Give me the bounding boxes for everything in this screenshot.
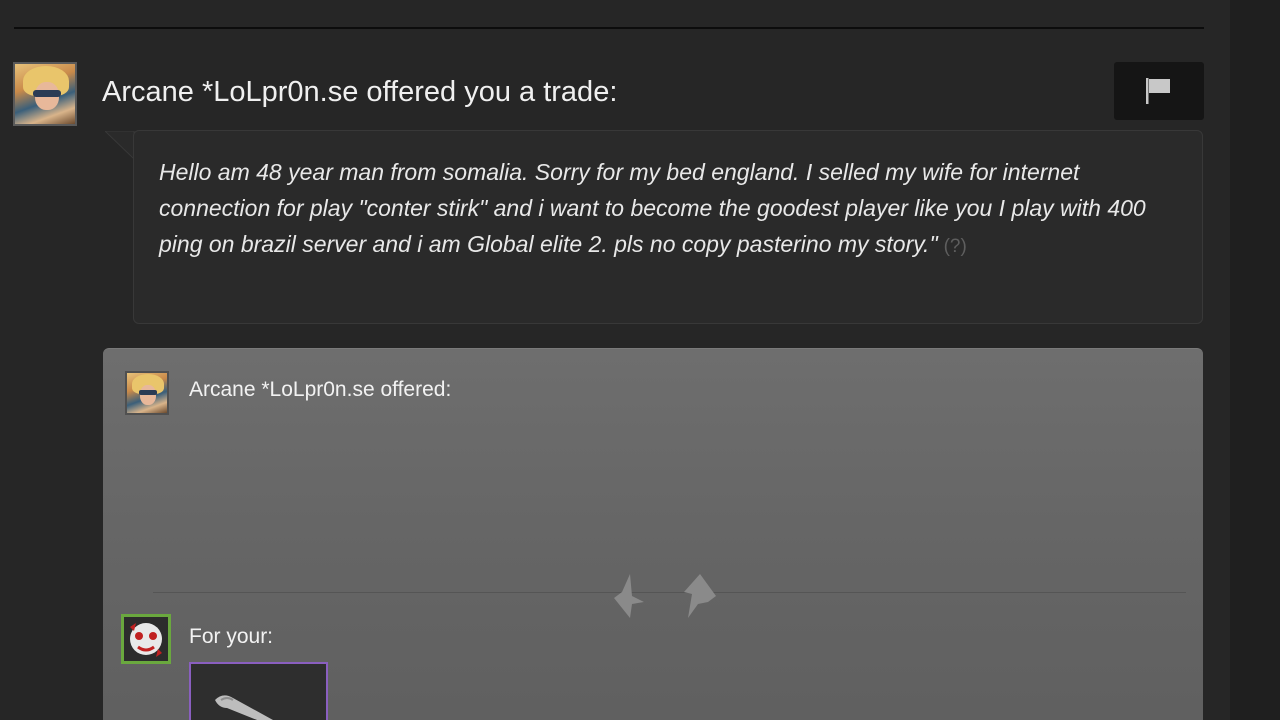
knife-item-icon bbox=[215, 695, 273, 720]
recipient-avatar[interactable] bbox=[121, 614, 171, 664]
trade-message: Hello am 48 year man from somalia. Sorry… bbox=[159, 154, 1169, 265]
trade-offer-page: Arcane *LoLpr0n.se offered you a trade: … bbox=[0, 0, 1280, 720]
top-divider bbox=[14, 27, 1204, 29]
swap-arrows-icon bbox=[614, 574, 716, 618]
trade-message-text: Hello am 48 year man from somalia. Sorry… bbox=[159, 159, 1146, 257]
help-link[interactable]: (?) bbox=[944, 236, 967, 257]
report-flag-button[interactable] bbox=[1114, 62, 1204, 120]
offerer-avatar[interactable] bbox=[125, 371, 169, 415]
flag-icon bbox=[1146, 78, 1170, 104]
trade-item-slot[interactable] bbox=[189, 662, 328, 720]
page-edge bbox=[1230, 0, 1280, 720]
offered-label: Arcane *LoLpr0n.se offered: bbox=[189, 378, 452, 401]
trade-offer-title: Arcane *LoLpr0n.se offered you a trade: bbox=[102, 76, 618, 108]
sender-avatar[interactable] bbox=[13, 62, 77, 126]
for-your-label: For your: bbox=[189, 625, 274, 648]
